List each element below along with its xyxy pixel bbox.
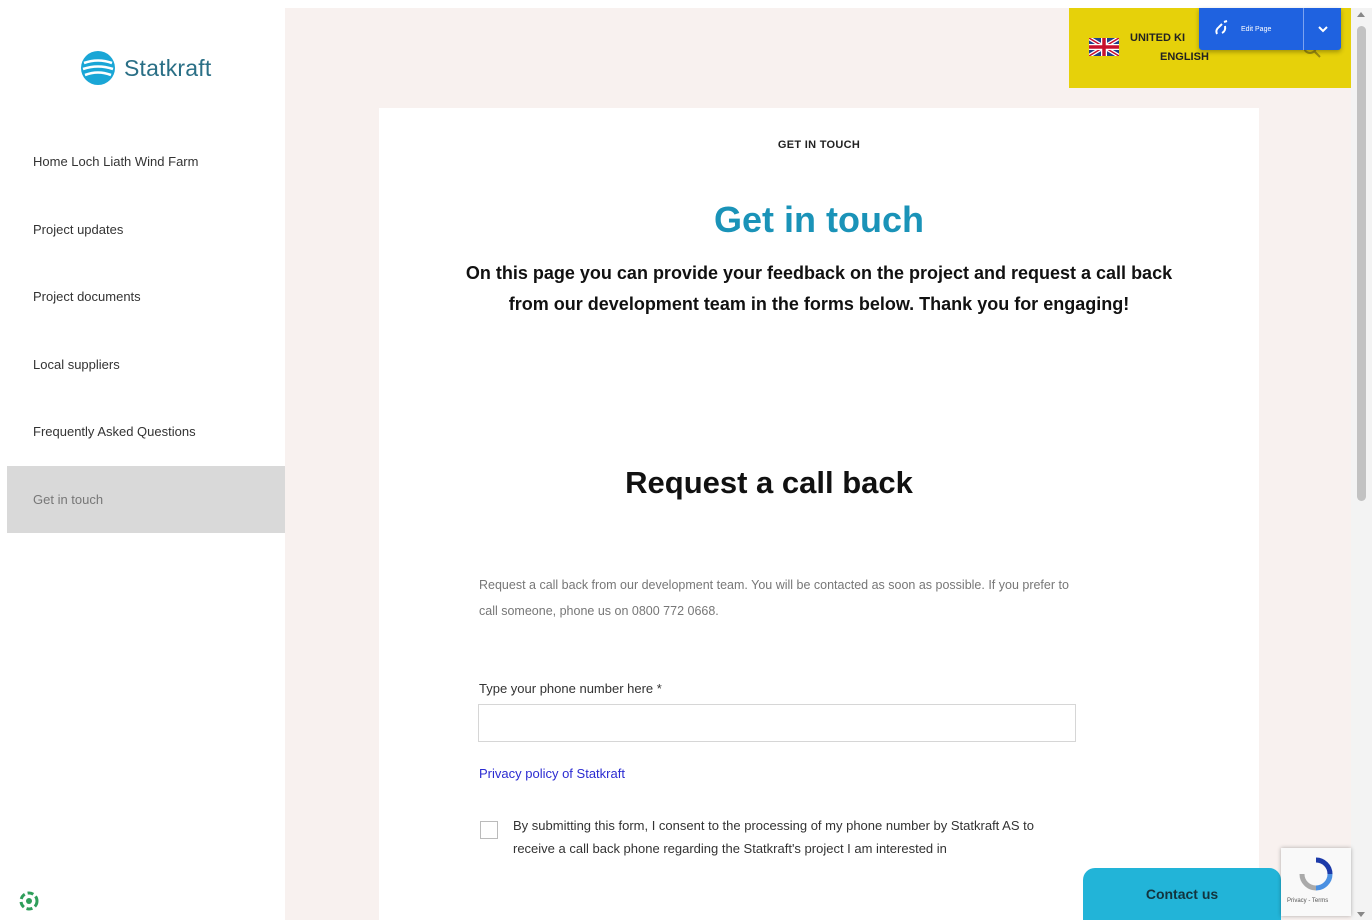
sidebar: Statkraft Home Loch Liath Wind Farm Proj… [0,0,285,920]
page-title: Get in touch [714,199,924,240]
privacy-policy-link[interactable]: Privacy policy of Statkraft [479,766,625,781]
section-title: Request a call back [625,465,913,500]
intro-text: On this page you can provide your feedba… [465,263,1173,314]
scrollbar-thumb[interactable] [1357,26,1366,501]
statkraft-logo[interactable]: Statkraft [80,50,211,86]
edit-link-icon [1215,20,1228,35]
locale-language: ENGLISH [1160,51,1209,63]
cookie-settings-icon[interactable] [18,890,40,912]
phone-field-label: Type your phone number here * [479,681,662,696]
scroll-up-arrow-icon[interactable] [1357,12,1365,17]
breadcrumb: GET IN TOUCH [777,139,861,151]
sidebar-item-project-updates[interactable]: Project updates [7,196,285,264]
consent-text: By submitting this form, I consent to th… [513,818,1034,856]
main-content: GET IN TOUCH Get in touch On this page y… [285,8,1351,920]
statkraft-logo-icon [81,51,115,85]
uk-flag-icon [1089,38,1119,56]
scroll-down-arrow-icon[interactable] [1357,912,1365,917]
page-scrollbar[interactable] [1351,8,1372,920]
recaptcha-icon [1299,857,1333,891]
sidebar-item-faq[interactable]: Frequently Asked Questions [7,398,285,466]
editor-toolbar: Edit Page [1199,8,1341,50]
editor-dropdown-button[interactable] [1304,8,1341,50]
recaptcha-badge[interactable]: Privacy - Terms [1281,848,1351,916]
chevron-down-icon [1317,26,1328,33]
sidebar-item-get-in-touch[interactable]: Get in touch [7,465,285,533]
edit-page-button[interactable]: Edit Page [1199,8,1303,50]
sidebar-nav: Home Loch Liath Wind Farm Project update… [7,128,285,533]
brand-name: Statkraft [124,54,212,81]
locale-country: UNITED KI [1130,32,1185,44]
phone-field[interactable] [478,704,1076,742]
sidebar-item-local-suppliers[interactable]: Local suppliers [7,331,285,399]
sidebar-item-project-documents[interactable]: Project documents [7,263,285,331]
recaptcha-terms[interactable]: Privacy - Terms [1287,898,1328,904]
sidebar-item-home[interactable]: Home Loch Liath Wind Farm [7,128,285,196]
consent-checkbox[interactable] [480,821,498,839]
content-card: GET IN TOUCH Get in touch On this page y… [379,108,1259,920]
edit-page-label: Edit Page [1241,25,1272,33]
contact-us-button[interactable]: Contact us [1083,868,1281,920]
form-description: Request a call back from our development… [479,578,1069,618]
